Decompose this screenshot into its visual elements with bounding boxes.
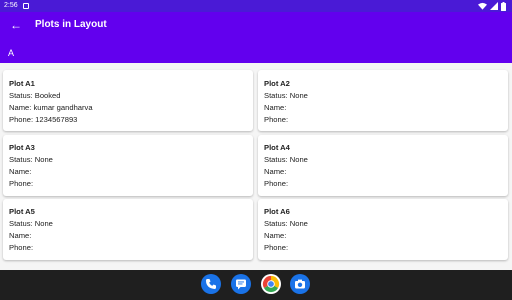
- messages-icon[interactable]: [231, 274, 251, 294]
- signal-icon: [490, 2, 498, 10]
- plot-owner: Name:: [264, 231, 287, 240]
- plot-card[interactable]: Plot A5 Status: None Name: Phone:: [3, 199, 253, 260]
- plot-card[interactable]: Plot A4 Status: None Name: Phone:: [258, 135, 508, 196]
- plot-name: Plot A2: [264, 79, 290, 88]
- chrome-icon[interactable]: [261, 274, 281, 294]
- phone-icon[interactable]: [201, 274, 221, 294]
- plot-phone: Phone:: [264, 115, 289, 124]
- plot-phone: Phone:: [264, 243, 289, 252]
- plot-phone: Phone:: [9, 179, 34, 188]
- plot-phone: Phone: 1234567893: [9, 115, 78, 124]
- plot-name: Plot A1: [9, 79, 35, 88]
- plot-name: Plot A6: [264, 207, 290, 216]
- status-time: 2:56: [4, 2, 18, 9]
- plot-phone: Phone:: [264, 179, 289, 188]
- plot-status: Status: None: [264, 219, 308, 228]
- plot-name: Plot A5: [9, 207, 35, 216]
- status-bar: 2:56: [0, 0, 512, 12]
- plot-status: Status: None: [264, 155, 308, 164]
- page-title: Plots in Layout: [35, 19, 107, 30]
- plot-card[interactable]: Plot A2 Status: None Name: Phone:: [258, 70, 508, 131]
- status-icons: [478, 1, 506, 11]
- wifi-icon: [478, 2, 487, 10]
- plot-owner: Name:: [264, 167, 287, 176]
- notification-icon: [23, 3, 29, 9]
- app-bar: ← Plots in Layout A: [0, 12, 512, 63]
- back-arrow-icon[interactable]: ←: [10, 18, 22, 32]
- plot-name: Plot A3: [9, 143, 35, 152]
- plot-status: Status: Booked: [9, 91, 61, 100]
- section-header: A: [8, 48, 15, 58]
- plot-name: Plot A4: [264, 143, 290, 152]
- plot-phone: Phone:: [9, 243, 34, 252]
- plot-status: Status: None: [9, 219, 53, 228]
- plot-card[interactable]: Plot A3 Status: None Name: Phone:: [3, 135, 253, 196]
- plot-status: Status: None: [264, 91, 308, 100]
- plot-owner: Name:: [9, 167, 32, 176]
- camera-icon[interactable]: [290, 274, 310, 294]
- plot-owner: Name: kumar gandharva: [9, 103, 93, 112]
- plot-owner: Name:: [9, 231, 32, 240]
- plot-card[interactable]: Plot A6 Status: None Name: Phone:: [258, 199, 508, 260]
- navigation-bar: [0, 270, 512, 300]
- plot-owner: Name:: [264, 103, 287, 112]
- battery-icon: [501, 1, 506, 11]
- plot-card[interactable]: Plot A1 Status: Booked Name: kumar gandh…: [3, 70, 253, 131]
- plot-status: Status: None: [9, 155, 53, 164]
